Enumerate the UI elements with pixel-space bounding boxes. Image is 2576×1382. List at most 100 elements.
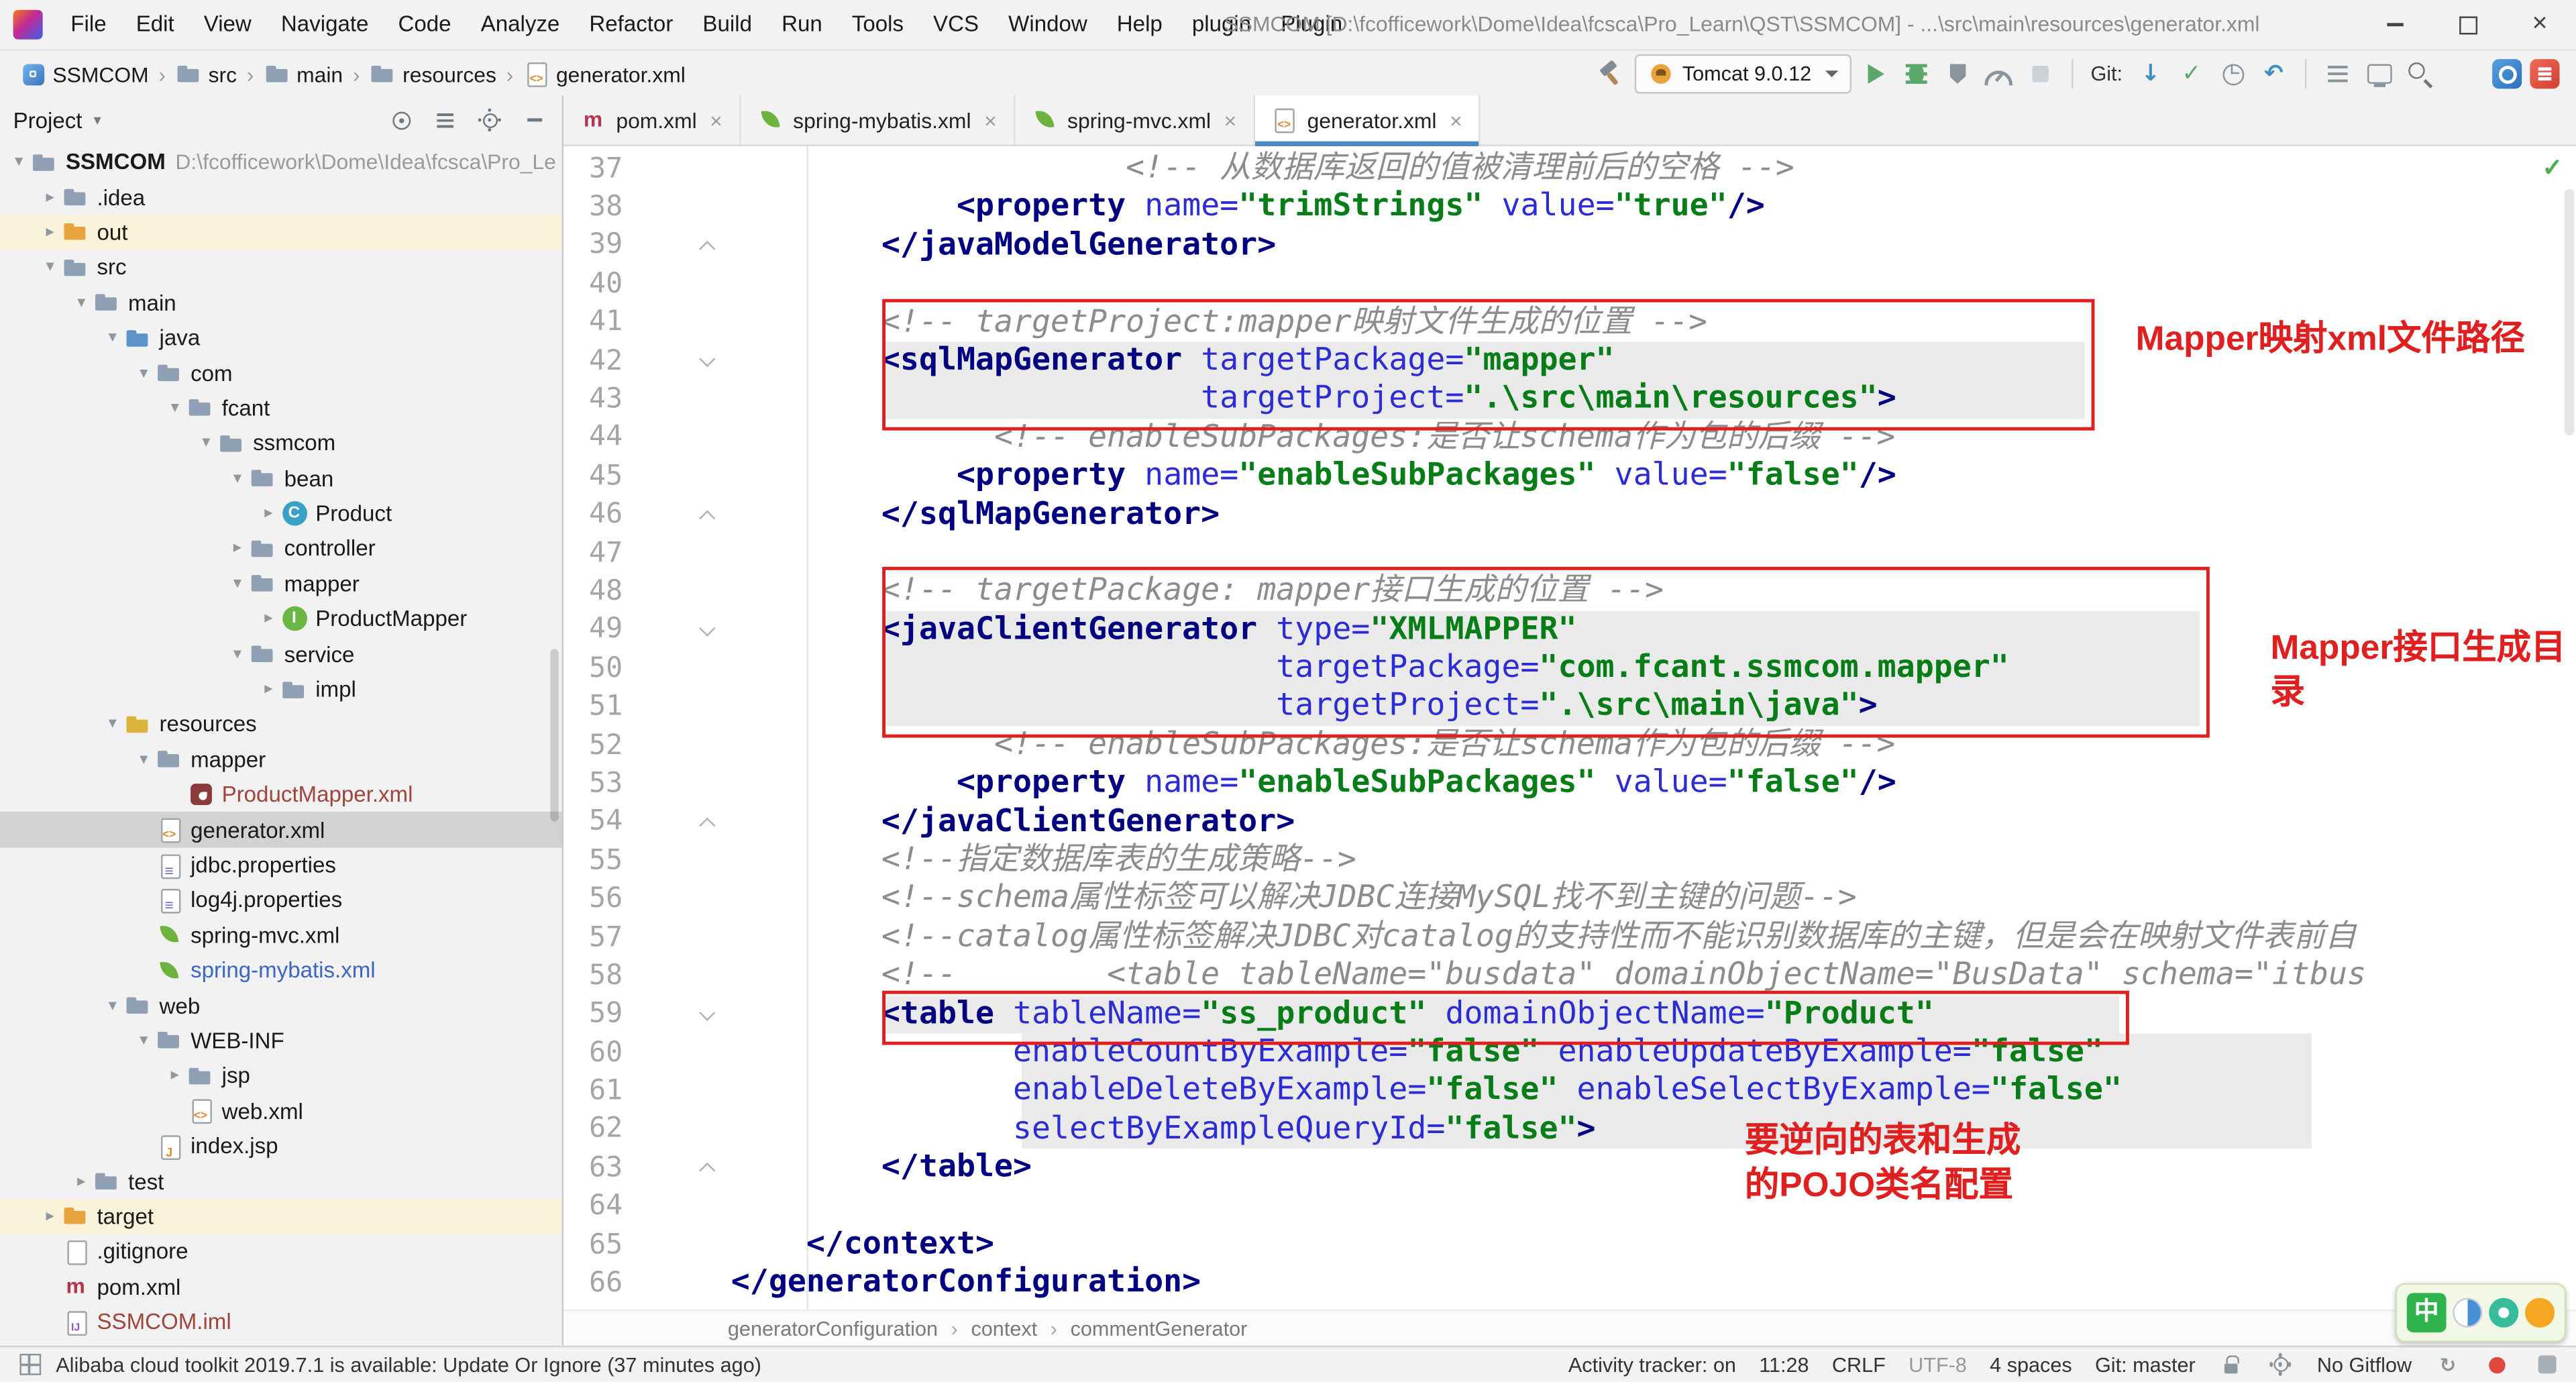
status-git-branch[interactable]: Git: master <box>2095 1353 2196 1376</box>
menu-file[interactable]: File <box>56 0 121 49</box>
chevron-collapsed-icon[interactable]: ▸ <box>256 680 281 698</box>
minimize-button[interactable] <box>2359 0 2432 49</box>
project-view-selector[interactable]: Project ▾ <box>13 107 101 132</box>
code-line-59[interactable]: 59 <table tableName="ss_product" domainO… <box>564 995 2576 1033</box>
status-file-encoding[interactable]: UTF-8 <box>1909 1353 1967 1376</box>
tree-item-service[interactable]: ▾service <box>0 637 562 672</box>
code-line-63[interactable]: 63 </table> <box>564 1149 2576 1187</box>
code-line-53[interactable]: 53 <property name="enableSubPackages" va… <box>564 764 2576 802</box>
menu-help[interactable]: Help <box>1102 0 1177 49</box>
close-tab-icon[interactable]: × <box>984 107 997 132</box>
tree-item-spring-mybatis.xml[interactable]: spring-mybatis.xml <box>0 953 562 988</box>
menu-vcs[interactable]: VCS <box>918 0 994 49</box>
chevron-collapsed-icon[interactable]: ▸ <box>256 610 281 628</box>
chevron-expanded-icon[interactable]: ▾ <box>131 1032 156 1050</box>
code-line-40[interactable]: 40 <box>564 265 2576 303</box>
ime-settings-icon[interactable] <box>2489 1298 2518 1328</box>
code-line-52[interactable]: 52 <!-- enableSubPackages:是否让schema作为包的后… <box>564 726 2576 764</box>
fold-marker-icon[interactable] <box>623 341 731 380</box>
run-configuration-selector[interactable]: Tomcat 9.0.12 <box>1635 54 1851 94</box>
tree-item-ProductMapper.xml[interactable]: ProductMapper.xml <box>0 777 562 812</box>
settings-icon[interactable] <box>475 105 504 135</box>
menu-run[interactable]: Run <box>767 0 837 49</box>
ime-mode-icon[interactable] <box>2453 1298 2482 1328</box>
ime-emoji-icon[interactable] <box>2525 1298 2555 1328</box>
ime-language-icon[interactable]: 中 <box>2407 1293 2447 1332</box>
tree-item-ssmcom[interactable]: ▾ssmcom <box>0 426 562 461</box>
code-line-41[interactable]: 41 <!-- targetProject:mapper映射文件生成的位置 --… <box>564 303 2576 341</box>
tree-item-.gitignore[interactable]: .gitignore <box>0 1234 562 1269</box>
nav-breadcrumb-main[interactable]: main <box>264 61 343 87</box>
code-line-64[interactable]: 64 <box>564 1187 2576 1226</box>
menu-refactor[interactable]: Refactor <box>574 0 688 49</box>
tree-item-ProductMapper[interactable]: ▸IProductMapper <box>0 602 562 637</box>
tree-item-bean[interactable]: ▾bean <box>0 461 562 496</box>
chevron-collapsed-icon[interactable]: ▸ <box>38 189 62 207</box>
menu-navigate[interactable]: Navigate <box>266 0 384 49</box>
tree-item-SSMCOM[interactable]: ▾SSMCOMD:\fcofficework\Dome\Idea\fcsca\P… <box>0 145 562 180</box>
close-window-button[interactable]: × <box>2504 0 2576 49</box>
search-everywhere-button[interactable] <box>2404 58 2436 91</box>
menu-build[interactable]: Build <box>688 0 767 49</box>
status-message[interactable]: Alibaba cloud toolkit 2019.7.1 is availa… <box>56 1353 761 1376</box>
tree-item-com[interactable]: ▾com <box>0 356 562 390</box>
tree-item-log4j.properties[interactable]: ≡log4j.properties <box>0 883 562 918</box>
code-line-54[interactable]: 54 </javaClientGenerator> <box>564 803 2576 841</box>
tree-item-src[interactable]: ▾src <box>0 250 562 285</box>
status-notification-badge[interactable] <box>2484 1351 2510 1377</box>
fold-marker-icon[interactable] <box>623 610 731 649</box>
tree-item-java[interactable]: ▾java <box>0 320 562 355</box>
tree-item-generator.xml[interactable]: <>generator.xml <box>0 812 562 847</box>
status-line-separator[interactable]: CRLF <box>1832 1353 1886 1376</box>
code-line-58[interactable]: 58 <!-- <table tableName="busdata" domai… <box>564 957 2576 995</box>
plugin-red-button[interactable] <box>2530 59 2559 89</box>
maximize-button[interactable] <box>2431 0 2504 49</box>
close-tab-icon[interactable]: × <box>1450 107 1462 132</box>
fold-marker-icon[interactable] <box>623 803 731 841</box>
chevron-expanded-icon[interactable]: ▾ <box>100 715 125 733</box>
fold-marker-icon[interactable] <box>623 1149 731 1187</box>
code-line-48[interactable]: 48 <!-- targetPackage: mapper接口生成的位置 --> <box>564 572 2576 610</box>
tree-item-test[interactable]: ▸test <box>0 1164 562 1199</box>
menu-tools[interactable]: Tools <box>837 0 918 49</box>
code-editor[interactable]: 37 <!-- 从数据库返回的值被清理前后的空格 -->38 <property… <box>564 146 2576 1310</box>
status-highlighting-level[interactable] <box>2267 1351 2294 1377</box>
toolwindow-switcher-icon[interactable] <box>16 1351 42 1377</box>
terminal-button[interactable] <box>2363 58 2396 91</box>
menu-analyze[interactable]: Analyze <box>466 0 575 49</box>
code-line-55[interactable]: 55 <!--指定数据库表的生成策略--> <box>564 841 2576 880</box>
fold-marker-icon[interactable] <box>623 495 731 533</box>
code-line-49[interactable]: 49 <javaClientGenerator type="XMLMAPPER" <box>564 610 2576 649</box>
run-with-coverage-button[interactable] <box>1941 58 1974 91</box>
menu-edit[interactable]: Edit <box>121 0 189 49</box>
tree-item-spring-mvc.xml[interactable]: spring-mvc.xml <box>0 918 562 953</box>
chevron-expanded-icon[interactable]: ▾ <box>162 399 187 417</box>
code-line-45[interactable]: 45 <property name="enableSubPackages" va… <box>564 457 2576 495</box>
editor-breadcrumb-context[interactable]: context <box>971 1318 1037 1340</box>
tree-item-mapper[interactable]: ▾mapper <box>0 566 562 601</box>
code-line-60[interactable]: 60 enableCountByExample="false" enableUp… <box>564 1033 2576 1071</box>
editor-tab-spring-mybatis.xml[interactable]: spring-mybatis.xml× <box>741 95 1015 144</box>
code-line-46[interactable]: 46 </sqlMapGenerator> <box>564 495 2576 533</box>
locate-icon[interactable] <box>386 105 416 135</box>
hide-icon[interactable] <box>519 105 549 135</box>
code-line-57[interactable]: 57 <!--catalog属性标签解决JDBC对catalog的支持性而不能识… <box>564 918 2576 957</box>
chevron-expanded-icon[interactable]: ▾ <box>225 645 250 663</box>
editor-tab-generator.xml[interactable]: <>generator.xml× <box>1254 95 1480 144</box>
run-button[interactable] <box>1859 58 1892 91</box>
status-indent-size[interactable]: 4 spaces <box>1990 1353 2072 1376</box>
chevron-expanded-icon[interactable]: ▾ <box>38 258 62 276</box>
chevron-collapsed-icon[interactable]: ▸ <box>225 539 250 557</box>
tree-item-jsp[interactable]: ▸jsp <box>0 1059 562 1094</box>
tree-item-WEB-INF[interactable]: ▾WEB-INF <box>0 1023 562 1058</box>
nav-breadcrumb-SSMCOM[interactable]: SSMCOM <box>19 61 148 87</box>
editor-tab-pom.xml[interactable]: mpom.xml× <box>564 95 741 144</box>
collapse-all-icon[interactable] <box>431 105 460 135</box>
menu-view[interactable]: View <box>189 0 266 49</box>
code-line-50[interactable]: 50 targetPackage="com.fcant.ssmcom.mappe… <box>564 649 2576 688</box>
plugin-blue-button[interactable] <box>2492 59 2522 89</box>
tree-item-controller[interactable]: ▸controller <box>0 531 562 566</box>
nav-breadcrumb-resources[interactable]: resources <box>370 61 496 87</box>
code-line-65[interactable]: 65 </context> <box>564 1226 2576 1264</box>
debug-button[interactable] <box>1900 58 1933 91</box>
